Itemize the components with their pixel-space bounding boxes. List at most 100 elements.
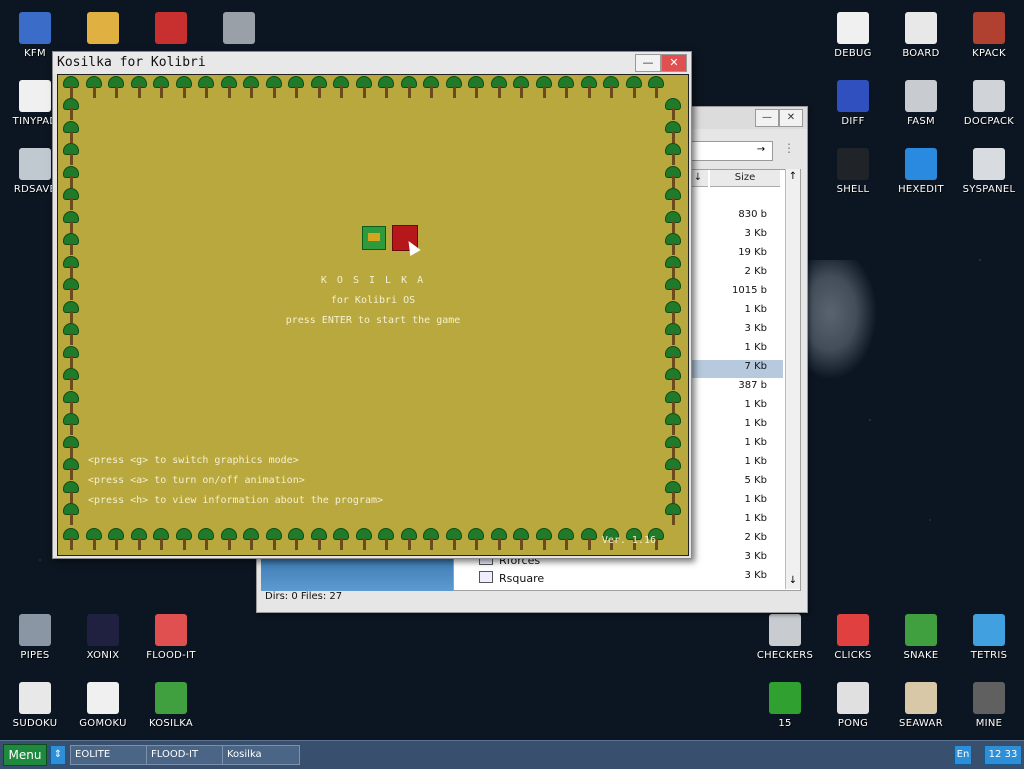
seawar-icon (905, 682, 937, 714)
palm-tree-icon (310, 77, 328, 99)
desktop-icon[interactable]: SHELL (818, 148, 888, 195)
terminal-icon (837, 148, 869, 180)
size-cell: 7 Kb (744, 361, 767, 372)
version-label: Ver. 1.16 (601, 535, 656, 546)
desktop-icon[interactable]: HEXEDIT (886, 148, 956, 195)
clock[interactable]: 12 33 (984, 745, 1022, 765)
sliders-icon (973, 148, 1005, 180)
desktop-icon[interactable]: CLICKS (818, 614, 888, 661)
desktop-icon-label: FASM (907, 116, 935, 127)
palm-tree-icon (580, 77, 598, 99)
desktop-icon-label: DOCPACK (963, 116, 1015, 127)
desktop-icon[interactable] (204, 12, 274, 48)
palm-tree-icon (197, 529, 215, 551)
size-cell: 1 Kb (744, 399, 767, 410)
task-kosilka[interactable]: Kosilka (222, 745, 300, 765)
desktop-icon-label: CHECKERS (756, 650, 814, 661)
tools-icon (973, 12, 1005, 44)
palm-tree-icon (664, 167, 682, 189)
go-button[interactable]: → (753, 142, 769, 158)
palm-tree-icon (400, 529, 418, 551)
board-icon (905, 12, 937, 44)
desktop-icon-label: SHELL (836, 184, 870, 195)
file-name[interactable]: Rsquare (479, 571, 544, 585)
palm-tree-icon (445, 529, 463, 551)
diff-icon (837, 80, 869, 112)
palm-tree-icon (62, 167, 80, 189)
desktop-icon-label: SYSPANEL (962, 184, 1016, 195)
palm-tree-icon (130, 529, 148, 551)
close-button[interactable]: ✕ (661, 54, 687, 72)
desktop-icon[interactable]: FASM (886, 80, 956, 127)
size-cell: 387 b (738, 380, 767, 391)
desktop-icon[interactable]: DOCPACK (954, 80, 1024, 127)
palm-tree-icon (287, 77, 305, 99)
minimize-button[interactable]: — (635, 54, 661, 72)
checkers-icon (769, 614, 801, 646)
fifteen-icon (769, 682, 801, 714)
desktop-icon[interactable]: TETRIS (954, 614, 1024, 661)
kosilka-window[interactable]: Kosilka for Kolibri — ✕ K O S I L K A fo… (52, 51, 692, 559)
desktop-icon[interactable]: GOMOKU (68, 682, 138, 729)
tetris-icon (973, 614, 1005, 646)
desktop-icon[interactable]: KPACK (954, 12, 1024, 59)
desktop-icon[interactable]: SUDOKU (0, 682, 70, 729)
desktop-icon[interactable]: DIFF (818, 80, 888, 127)
palm-tree-icon (265, 77, 283, 99)
notepad-icon (19, 80, 51, 112)
size-cell: 3 Kb (744, 551, 767, 562)
palm-tree-icon (445, 77, 463, 99)
desktop-icon[interactable]: CHECKERS (750, 614, 820, 661)
desktop-icon[interactable]: SYSPANEL (954, 148, 1024, 195)
size-cell: 1 Kb (744, 304, 767, 315)
desktop-icon[interactable]: 15 (750, 682, 820, 729)
desktop-icon[interactable]: FLOOD-IT (136, 614, 206, 661)
hint-graphics: <press <g> to switch graphics mode> (88, 455, 299, 466)
window-titlebar[interactable]: Kosilka for Kolibri (53, 52, 691, 74)
desktop-icon[interactable]: MINE (954, 682, 1024, 729)
desktop-icon-label: SUDOKU (12, 718, 58, 729)
task-eolite[interactable]: EOLITE (70, 745, 148, 765)
palm-tree-icon (107, 529, 125, 551)
desktop-icon[interactable] (68, 12, 138, 48)
clicks-icon (837, 614, 869, 646)
size-column-header[interactable]: Size (710, 170, 780, 187)
desktop-icon[interactable]: XONIX (68, 614, 138, 661)
palm-tree-icon (664, 122, 682, 144)
palm-tree-icon (130, 77, 148, 99)
palm-tree-icon (175, 529, 193, 551)
language-indicator[interactable]: En (954, 745, 972, 765)
lawnmower-icon (155, 682, 187, 714)
desktop-icon[interactable]: SNAKE (886, 614, 956, 661)
desktop-icon[interactable]: KOSILKA (136, 682, 206, 729)
hex-icon (905, 148, 937, 180)
palm-tree-icon (664, 234, 682, 256)
desktop-icon-label: CLICKS (834, 650, 872, 661)
desktop-icon[interactable]: SEAWAR (886, 682, 956, 729)
desktop-icon[interactable]: PONG (818, 682, 888, 729)
palm-tree-icon (242, 529, 260, 551)
minimize-button[interactable]: — (755, 109, 779, 127)
close-button[interactable]: ✕ (779, 109, 803, 127)
palm-tree-icon (602, 77, 620, 99)
palm-tree-icon (310, 529, 328, 551)
menu-button[interactable]: Menu (3, 744, 47, 766)
palm-tree-icon (62, 324, 80, 346)
scroll-up-icon[interactable]: ↑ (786, 169, 800, 185)
task-flood-it[interactable]: FLOOD-IT (146, 745, 224, 765)
menu-dots-icon[interactable]: ⋮ (783, 141, 795, 155)
desktop-icon[interactable]: DEBUG (818, 12, 888, 59)
scrollbar[interactable]: ↑ ↓ (785, 169, 800, 589)
file-icon (479, 571, 493, 583)
debug-icon (837, 12, 869, 44)
fasm-icon (905, 80, 937, 112)
palm-tree-icon (62, 482, 80, 504)
scroll-down-icon[interactable]: ↓ (786, 573, 800, 589)
desktop-icon[interactable]: PIPES (0, 614, 70, 661)
size-cell: 830 b (738, 209, 767, 220)
desktop-icon[interactable] (136, 12, 206, 48)
palm-tree-icon (664, 504, 682, 526)
game-field[interactable]: K O S I L K A for Kolibri OS press ENTER… (57, 74, 689, 556)
desktop-icon[interactable]: BOARD (886, 12, 956, 59)
switch-icon[interactable]: ⇕ (50, 745, 66, 765)
